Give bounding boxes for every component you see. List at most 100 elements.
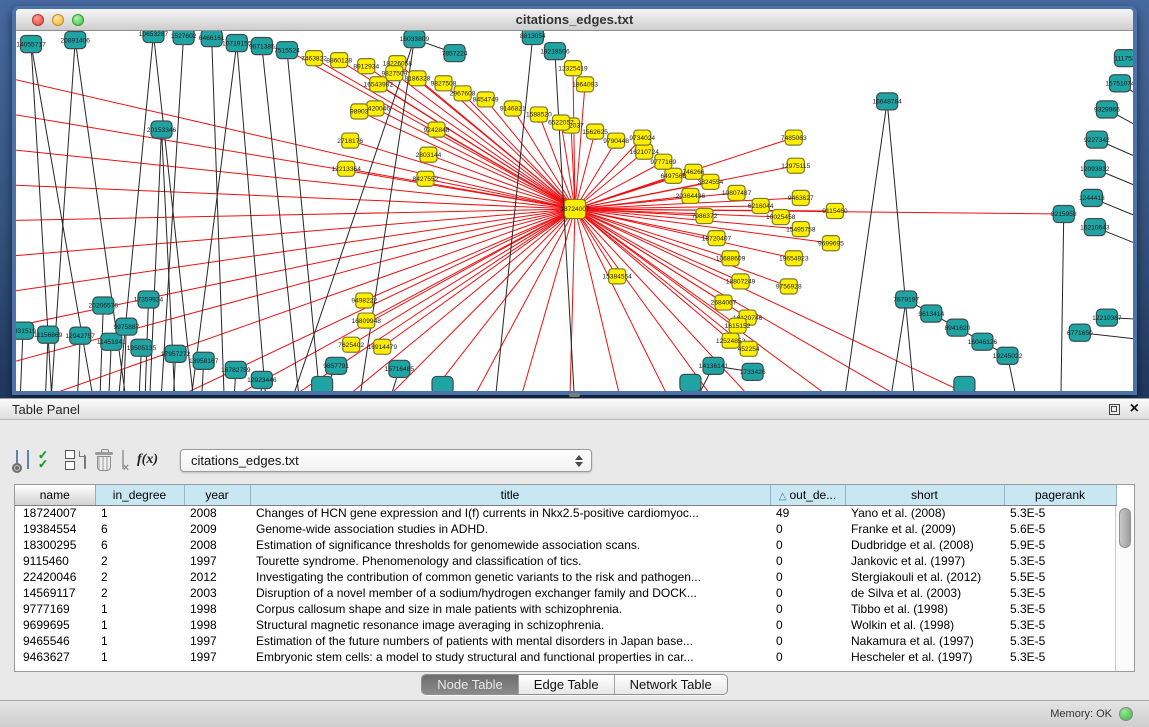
graph-edge[interactable] <box>16 182 575 209</box>
table-row[interactable]: 2242004622012Investigating the contribut… <box>15 569 1116 585</box>
graph-edge[interactable] <box>16 209 575 383</box>
tab-network-table[interactable]: Network Table <box>614 675 727 694</box>
table-row[interactable]: 977716911998Corpus callosum shape and si… <box>15 601 1116 617</box>
graph-node-teal[interactable]: 20891406 <box>60 32 90 49</box>
graph-node-teal[interactable]: 12210367 <box>1092 309 1122 326</box>
graph-edge[interactable] <box>157 36 184 391</box>
graph-node-teal[interactable]: 1527602 <box>171 31 197 45</box>
graph-node-yellow[interactable]: 9699695 <box>818 236 844 251</box>
graph-node-yellow[interactable]: 9463627 <box>788 190 814 205</box>
graph-node-teal[interactable]: 16033809 <box>400 31 430 48</box>
graph-node-teal[interactable]: 9975887 <box>114 318 140 335</box>
graph-node-yellow[interactable]: 12975115 <box>781 158 810 173</box>
float-panel-icon[interactable] <box>1109 404 1120 415</box>
graph-node-yellow[interactable]: 9734024 <box>629 130 655 145</box>
graph-node-yellow[interactable]: 2718176 <box>337 133 363 148</box>
graph-node-teal[interactable] <box>680 374 701 391</box>
graph-node-teal[interactable]: 12093832 <box>1080 160 1110 177</box>
table-row[interactable]: 1872400712008Changes of HCN gene express… <box>15 505 1116 521</box>
table-row[interactable]: 911546021997Tourette syndrome. Phenomeno… <box>15 553 1116 569</box>
graph-node-yellow[interactable]: 15495758 <box>786 222 816 237</box>
column-header-pagerank[interactable]: pagerank <box>1004 485 1116 505</box>
graph-node-teal[interactable]: 11156869 <box>34 326 63 343</box>
graph-node-yellow[interactable]: 9756928 <box>776 279 802 294</box>
column-header-in_degree[interactable]: in_degree <box>95 485 184 505</box>
graph-node-teal[interactable]: 10653287 <box>139 31 169 43</box>
scrollbar-thumb[interactable] <box>1119 508 1131 548</box>
graph-node-teal[interactable]: 1244413 <box>1079 189 1105 206</box>
graph-node-teal[interactable]: 9613414 <box>918 305 944 322</box>
memory-status-indicator[interactable] <box>1119 707 1133 721</box>
table-row[interactable]: 969969511998Structural magnetic resonanc… <box>15 617 1116 633</box>
graph-node-teal[interactable]: 13505135 <box>127 339 157 356</box>
table-row[interactable]: 946554611997Estimation of the future num… <box>15 633 1116 649</box>
graph-node-yellow[interactable]: 19654923 <box>779 251 809 266</box>
network-canvas[interactable]: 7485063129751159463627911546010025458154… <box>16 31 1133 391</box>
graph-node-teal[interactable]: 15716485 <box>385 360 415 377</box>
graph-node-teal[interactable]: 9227342 <box>1084 131 1110 148</box>
graph-edge[interactable] <box>16 209 575 303</box>
graph-node-teal[interactable]: 16210643 <box>1080 219 1110 236</box>
graph-node-teal[interactable]: 9671385 <box>249 38 275 55</box>
graph-node-teal[interactable]: 14055717 <box>16 36 46 53</box>
tab-node-table[interactable]: Node Table <box>422 675 518 694</box>
graph-node-teal[interactable]: 15751074 <box>1105 75 1133 92</box>
graph-node-teal[interactable]: 8941620 <box>944 319 970 336</box>
graph-node-teal[interactable]: 6466161 <box>199 31 225 47</box>
select-all-button[interactable]: ✓✓ <box>38 451 56 469</box>
graph-edge[interactable] <box>359 111 575 209</box>
graph-node-teal[interactable]: 20153346 <box>147 121 177 138</box>
graph-node-teal[interactable]: 6771650 <box>1067 324 1093 341</box>
graph-node-teal[interactable]: 17957272 <box>161 345 191 362</box>
function-builder-button[interactable]: f(x) <box>137 452 158 468</box>
graph-node-teal[interactable]: 12923446 <box>247 371 277 388</box>
graph-node-teal[interactable]: 16648784 <box>872 93 902 110</box>
graph-node-teal[interactable]: 13958167 <box>189 352 219 369</box>
graph-node-yellow[interactable]: 12213364 <box>331 161 361 176</box>
graph-node-teal[interactable]: 7679197 <box>893 291 919 308</box>
graph-node-teal[interactable] <box>312 376 333 391</box>
table-row[interactable]: 1938455462009Genome-wide association stu… <box>15 521 1116 537</box>
graph-node-teal[interactable]: 19245022 <box>993 347 1023 364</box>
graph-node-yellow[interactable]: 2803144 <box>416 147 442 162</box>
graph-node-teal[interactable]: 111753 <box>1114 50 1133 67</box>
graph-node-teal[interactable]: 9329966 <box>1094 101 1120 118</box>
tab-edge-table[interactable]: Edge Table <box>518 675 614 694</box>
graph-node-yellow[interactable]: 9146821 <box>500 101 526 116</box>
graph-edge[interactable] <box>575 141 616 209</box>
graph-node-yellow[interactable]: 18724007 <box>560 199 590 218</box>
graph-node-yellow[interactable]: 10688609 <box>716 251 746 266</box>
graph-node-yellow[interactable]: 9115460 <box>822 203 848 218</box>
graph-node-yellow[interactable]: 8454749 <box>473 92 499 107</box>
graph-node-teal[interactable]: 7857224 <box>442 45 468 62</box>
graph-edge[interactable] <box>375 108 575 209</box>
graph-node-teal[interactable]: 1733426 <box>740 363 766 380</box>
graph-node-teal[interactable]: 20206576 <box>89 297 119 314</box>
graph-node-teal[interactable]: 17359924 <box>134 291 164 308</box>
close-panel-icon[interactable]: × <box>1130 402 1139 416</box>
column-header-name[interactable]: name <box>15 485 95 505</box>
graph-node-teal[interactable]: 16782759 <box>221 361 251 378</box>
table-settings-button[interactable] <box>16 451 18 469</box>
graph-node-yellow[interactable]: 10025458 <box>766 209 796 224</box>
graph-node-teal[interactable]: 12942757 <box>66 327 96 344</box>
graph-edge[interactable] <box>212 38 227 391</box>
table-row[interactable]: 946362711997Embryonic stem cells: a mode… <box>15 649 1116 665</box>
graph-node-yellow[interactable]: 20364436 <box>676 188 706 203</box>
graph-edge[interactable] <box>16 209 575 343</box>
window-titlebar[interactable]: citations_edges.txt <box>16 9 1133 31</box>
graph-edge[interactable] <box>16 101 575 209</box>
graph-node-yellow[interactable]: 12325419 <box>558 61 588 76</box>
graph-node-yellow[interactable]: 1864093 <box>572 77 598 92</box>
graph-edge[interactable] <box>153 34 201 391</box>
graph-node-teal[interactable]: 14136141 <box>699 357 729 374</box>
citation-network-graph[interactable]: 7485063129751159463627911546010025458154… <box>16 31 1133 391</box>
graph-node-teal[interactable]: 9857791 <box>323 357 349 374</box>
table-row[interactable]: 1456911722003Disruption of a novel membe… <box>15 585 1116 601</box>
graph-node-teal[interactable] <box>954 376 975 391</box>
new-column-button[interactable] <box>84 451 86 469</box>
graph-node-yellow[interactable]: 10807487 <box>722 185 752 200</box>
table-row[interactable]: 1830029562008Estimation of significance … <box>15 537 1116 553</box>
graph-edge[interactable] <box>364 209 575 301</box>
column-header-year[interactable]: year <box>184 485 250 505</box>
